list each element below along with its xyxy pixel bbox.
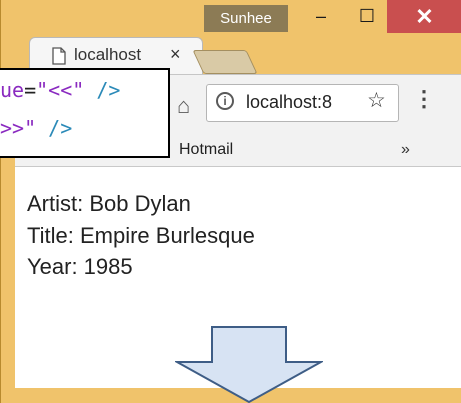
- code-string: >>": [0, 116, 37, 140]
- code-tag-close: />: [36, 116, 73, 140]
- home-icon[interactable]: ⌂: [177, 93, 190, 119]
- minimize-button[interactable]: ‒: [298, 0, 344, 33]
- title-text: Title: Empire Burlesque: [27, 223, 255, 248]
- artist-text: Artist: Bob Dylan: [27, 191, 191, 216]
- page-icon: [52, 47, 66, 65]
- menu-icon[interactable]: ⋮: [413, 86, 435, 112]
- address-bar[interactable]: i localhost:8 ☆: [206, 84, 399, 122]
- tab-close-icon[interactable]: ×: [170, 44, 181, 65]
- bookmark-star-icon[interactable]: ☆: [367, 88, 386, 113]
- close-icon: ✕: [415, 3, 434, 29]
- new-tab-button[interactable]: [192, 50, 258, 74]
- code-snippet-callout: ue="<<" /> >>" />: [0, 68, 170, 158]
- code-string: "<<": [36, 78, 85, 102]
- bookmarks-overflow-icon[interactable]: »: [401, 141, 410, 159]
- code-attribute: ue: [0, 78, 25, 102]
- down-arrow-icon: [175, 326, 323, 403]
- profile-name: Sunhee: [220, 10, 272, 27]
- code-tag-close: />: [84, 78, 121, 102]
- minimize-icon: ‒: [315, 6, 326, 26]
- year-text: Year: 1985: [27, 254, 133, 279]
- close-window-button[interactable]: ✕: [387, 0, 461, 33]
- bookmark-hotmail[interactable]: Hotmail: [179, 141, 233, 159]
- maximize-button[interactable]: ☐: [344, 0, 390, 33]
- profile-name-badge[interactable]: Sunhee: [204, 5, 288, 32]
- code-equals: =: [24, 78, 37, 102]
- code-line: >>" />: [0, 116, 72, 140]
- tab-title: localhost: [74, 45, 142, 64]
- address-text[interactable]: localhost:8: [246, 92, 364, 113]
- info-icon[interactable]: i: [216, 92, 234, 110]
- maximize-icon: ☐: [358, 6, 376, 26]
- code-line: ue="<<" />: [0, 78, 120, 102]
